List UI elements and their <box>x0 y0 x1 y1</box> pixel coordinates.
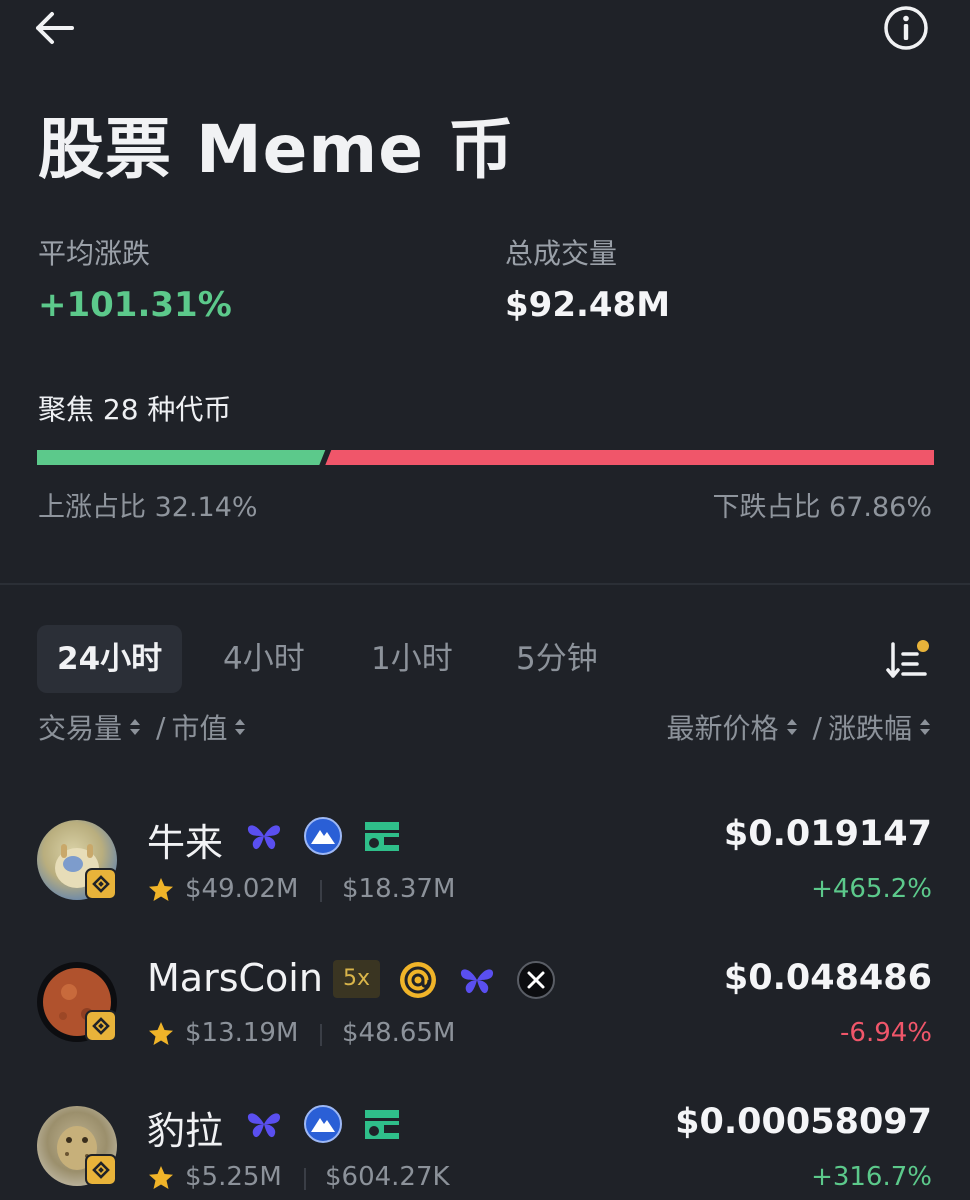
coin-change: -6.94% <box>840 1018 932 1048</box>
coin-name: MarsCoin <box>147 956 323 1000</box>
sort-by-change[interactable]: 涨跌幅 <box>828 707 912 747</box>
header-slash: / <box>156 710 166 744</box>
mountain-badge-icon <box>304 1105 342 1143</box>
star-icon[interactable] <box>147 876 175 904</box>
up-ratio-label: 上涨占比 32.14% <box>38 492 258 523</box>
sort-arrows-icon[interactable] <box>233 713 247 741</box>
coin-name: 豹拉 <box>147 1109 224 1153</box>
sort-list-icon <box>886 640 929 678</box>
sort-arrows-icon[interactable] <box>918 713 932 741</box>
ratio-bar-up <box>37 450 326 465</box>
sort-by-volume[interactable]: 交易量 <box>38 707 122 747</box>
info-circle-icon <box>884 6 928 50</box>
bnb-chain-badge <box>85 868 117 900</box>
sort-by-price[interactable]: 最新价格 <box>667 707 779 747</box>
sort-arrows-icon[interactable] <box>785 713 799 741</box>
avg-change-label: 平均涨跌 <box>38 237 151 270</box>
back-button[interactable] <box>30 6 80 50</box>
sort-filter-button[interactable] <box>885 636 933 684</box>
section-divider <box>0 583 970 585</box>
x-logo-icon <box>517 961 555 999</box>
tab-24h[interactable]: 24小时 <box>37 625 183 693</box>
sort-arrows-icon[interactable] <box>128 713 142 741</box>
coin-price: $0.00058097 <box>675 1102 932 1142</box>
coin-price: $0.048486 <box>723 958 932 998</box>
stat-separator <box>320 1024 322 1046</box>
coin-row[interactable]: MarsCoin 5x $13.19M $48.65M $0.048486 -6… <box>0 944 970 1084</box>
coin-market-cap: $604.27K <box>325 1162 450 1192</box>
coin-market-cap: $18.37M <box>342 874 456 904</box>
column-header-left: 交易量 / 市值 <box>38 707 255 747</box>
mountain-badge-icon <box>304 817 342 855</box>
coin-volume: $49.02M <box>185 874 299 904</box>
up-down-ratio-bar <box>37 450 934 465</box>
coin-row[interactable]: 豹拉 $5.25M $604.27K $0.00058097 +316.7% <box>0 1088 970 1200</box>
tab-1h[interactable]: 1小时 <box>371 625 453 693</box>
at-sign-icon <box>400 962 436 998</box>
bnb-chain-badge <box>85 1154 117 1186</box>
coin-volume: $13.19M <box>185 1018 299 1048</box>
wallet-icon <box>365 822 399 851</box>
arrow-left-icon <box>36 12 74 44</box>
down-ratio-label: 下跌占比 67.86% <box>712 492 932 523</box>
info-button[interactable] <box>882 4 930 52</box>
stat-separator <box>320 880 322 902</box>
column-header-right: 最新价格 / 涨跌幅 <box>667 707 940 747</box>
bnb-icon <box>92 1017 110 1035</box>
header-slash: / <box>812 710 822 744</box>
coin-change: +465.2% <box>811 874 932 904</box>
avg-change-value: +101.31% <box>38 285 232 325</box>
coin-row[interactable]: 牛来 $49.02M $18.37M $0.019147 +465.2% <box>0 800 970 940</box>
butterfly-icon <box>247 1113 281 1138</box>
sort-by-market-cap[interactable]: 市值 <box>171 707 227 747</box>
coin-name: 牛来 <box>147 821 224 865</box>
focus-token-count: 聚焦 28 种代币 <box>38 393 232 426</box>
coin-price: $0.019147 <box>723 814 932 854</box>
total-volume-value: $92.48M <box>505 285 671 325</box>
ratio-bar-down <box>325 450 934 465</box>
tab-5m[interactable]: 5分钟 <box>516 625 598 693</box>
page-title: 股票 Meme 币 <box>38 111 515 188</box>
star-icon[interactable] <box>147 1020 175 1048</box>
coin-volume: $5.25M <box>185 1162 282 1192</box>
coin-market-cap: $48.65M <box>342 1018 456 1048</box>
leverage-badge: 5x <box>333 960 381 998</box>
wallet-icon <box>365 1110 399 1139</box>
butterfly-icon <box>460 969 494 994</box>
bnb-icon <box>92 1161 110 1179</box>
butterfly-icon <box>247 825 281 850</box>
tab-4h[interactable]: 4小时 <box>223 625 305 693</box>
coin-change: +316.7% <box>811 1162 932 1192</box>
stat-separator <box>304 1168 306 1190</box>
bnb-icon <box>92 875 110 893</box>
bnb-chain-badge <box>85 1010 117 1042</box>
total-volume-label: 总成交量 <box>505 237 618 270</box>
star-icon[interactable] <box>147 1164 175 1192</box>
